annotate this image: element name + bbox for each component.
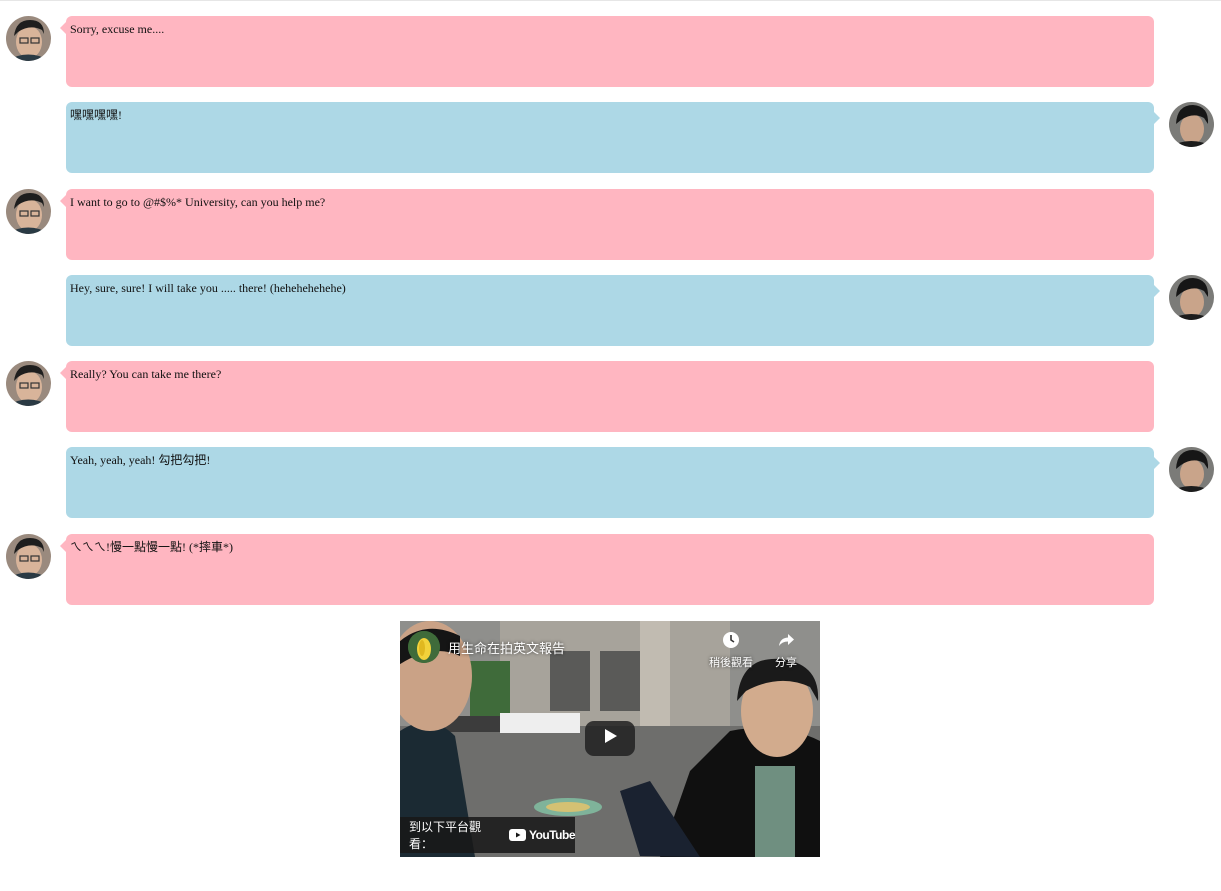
message-bubble: Really? You can take me there? [60, 361, 1154, 432]
message-bubble: I want to go to @#$%* University, can yo… [60, 189, 1154, 260]
message-bubble: Hey, sure, sure! I will take you ..... t… [66, 275, 1160, 346]
watch-on-label: 到以下平台觀看： [409, 820, 482, 851]
avatar-left [6, 534, 51, 579]
avatar-right [1169, 447, 1214, 492]
avatar-left [6, 189, 51, 234]
avatar-right [1169, 275, 1214, 320]
play-button[interactable] [585, 721, 635, 756]
watch-later-button[interactable]: 稍後觀看 [706, 631, 756, 670]
platform-label: YouTube [528, 828, 576, 842]
share-label: 分享 [775, 656, 797, 669]
watch-on-youtube-bar[interactable]: 到以下平台觀看： YouTube [400, 817, 576, 853]
avatar-left [6, 16, 51, 61]
play-icon [602, 728, 618, 749]
message-bubble: Sorry, excuse me.... [60, 16, 1154, 87]
share-icon [761, 631, 811, 652]
avatar-left [6, 361, 51, 406]
channel-avatar-icon[interactable] [408, 631, 440, 663]
watch-later-label: 稍後觀看 [709, 656, 753, 669]
clock-icon [706, 631, 756, 652]
share-button[interactable]: 分享 [761, 631, 811, 670]
message-bubble: 嘿嘿嘿嘿! [66, 102, 1160, 173]
message-bubble: Yeah, yeah, yeah! 勾把勾把! [66, 447, 1160, 518]
video-embed[interactable]: 用生命在拍英文報告 稍後觀看 分享 到以下平台觀看： YouTube [400, 621, 820, 857]
video-title[interactable]: 用生命在拍英文報告 [448, 638, 565, 657]
avatar-right [1169, 102, 1214, 147]
youtube-icon [508, 829, 526, 841]
message-bubble: ㄟㄟㄟ!慢一點慢一點! (*摔車*) [60, 534, 1154, 605]
youtube-logo: YouTube [508, 828, 576, 842]
video-header: 用生命在拍英文報告 [408, 631, 565, 663]
